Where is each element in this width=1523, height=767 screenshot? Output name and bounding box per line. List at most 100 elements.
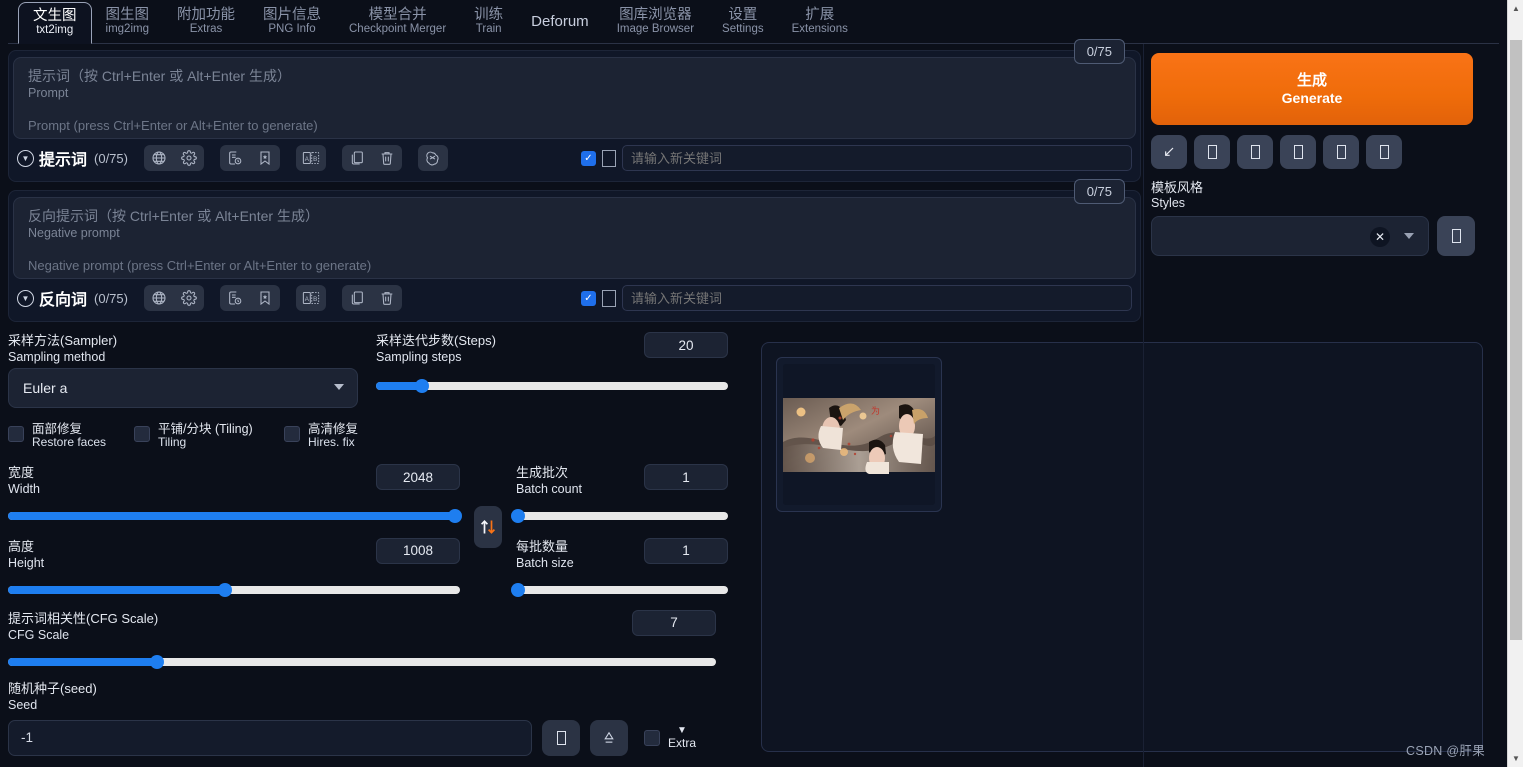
chevron-down-icon[interactable] [1404,232,1414,239]
tab-deforum[interactable]: Deforum [517,1,603,43]
height-slider[interactable] [8,582,460,597]
sampler-label: 采样方法(Sampler) Sampling method [8,332,364,364]
history-document-icon[interactable] [220,145,250,171]
batch-size-slider[interactable] [511,582,728,597]
clear-prompt-button[interactable] [1194,135,1230,169]
restore-faces-toggle[interactable]: 面部修复 Restore faces [8,422,134,450]
seed-random-button[interactable] [542,719,580,756]
browser-scrollbar[interactable]: ▲ ▼ [1507,0,1523,767]
show-extra-networks-button[interactable] [1237,135,1273,169]
sampler-dropdown[interactable]: Euler a [8,367,358,408]
chevron-down-icon[interactable]: ▼ [17,289,34,307]
tofu-icon [1293,145,1303,159]
trash-icon[interactable] [372,285,402,311]
width-slider-knob[interactable] [448,508,463,523]
styles-dropdown[interactable]: ✕ [1151,215,1429,256]
extra-tool-button[interactable] [1366,135,1402,169]
openai-spiral-icon[interactable] [418,145,448,171]
negative-icon-group-2 [219,285,280,311]
history-document-icon[interactable] [220,285,250,311]
width-slider[interactable] [8,508,463,523]
seed-recycle-button[interactable] [590,719,628,756]
tab-img2img[interactable]: 图生图 img2img [92,1,164,43]
swap-dimensions-button[interactable] [474,505,502,548]
sampler-dropdown-wrap: Euler a [8,367,358,408]
hires-fix-label-cn: 高清修复 [308,421,359,436]
seed-extra-checkbox[interactable] [644,729,660,746]
seed-extra-toggle[interactable]: ▼ Extra [644,726,696,749]
negative-prompt-section-header[interactable]: ▼ 反向词 (0/75) [17,286,128,310]
prompt-keyword-row: ✓ [581,145,1132,171]
scrollbar-thumb[interactable] [1510,40,1522,640]
prompt-icon-group-2 [219,145,280,171]
svg-text:B: B [313,296,317,303]
tab-extras[interactable]: 附加功能 Extras [163,1,249,43]
interrupt-arrow-button[interactable] [1151,135,1187,169]
tiling-checkbox[interactable] [134,425,150,442]
batch-count-slider[interactable] [511,508,728,523]
batch-count-slider-knob[interactable] [511,508,526,523]
bookmark-star-icon[interactable] [250,285,280,311]
prompt-section-header[interactable]: ▼ 提示词 (0/75) [17,146,128,170]
keyword-enable-checkbox[interactable]: ✓ [581,290,596,306]
steps-slider[interactable] [376,378,728,393]
chevron-down-icon[interactable]: ▼ [17,149,34,167]
height-value-input[interactable]: 1008 [376,537,460,564]
scroll-down-arrow-icon[interactable]: ▼ [1508,750,1523,767]
copy-icon[interactable] [342,285,372,311]
batch-size-slider-knob[interactable] [511,582,526,597]
negative-prompt-token-counter: 0/75 [1073,179,1125,204]
tab-train[interactable]: 训练 Train [460,1,517,43]
height-slider-knob[interactable] [217,582,232,597]
steps-value-input[interactable]: 20 [644,332,728,358]
translate-ab-icon[interactable]: A B [296,285,326,311]
tiling-toggle[interactable]: 平铺/分块 (Tiling) Tiling [134,422,284,450]
tab-png-info[interactable]: 图片信息 PNG Info [249,1,335,43]
cfg-scale-slider[interactable] [8,654,716,669]
styles-refresh-button[interactable] [1437,215,1475,256]
width-value-input[interactable]: 2048 [376,464,460,491]
cfg-scale-value-input[interactable]: 7 [632,609,716,636]
globe-icon[interactable] [144,145,174,171]
gear-icon[interactable] [174,285,204,311]
keyword-input[interactable] [622,145,1132,171]
tab-image-browser[interactable]: 图库浏览器 Image Browser [603,1,708,43]
batch-count-value-input[interactable]: 1 [644,464,728,491]
restore-faces-checkbox[interactable] [8,425,24,442]
restore-faces-label-cn: 面部修复 [32,421,83,436]
steps-slider-knob[interactable] [414,378,429,393]
hires-fix-toggle[interactable]: 高清修复 Hires. fix [284,422,434,450]
tab-settings[interactable]: 设置 Settings [708,1,778,43]
hires-fix-checkbox[interactable] [284,425,300,442]
keyword-enable-checkbox[interactable]: ✓ [581,150,596,166]
result-thumbnail[interactable]: 为 [776,357,942,512]
cfg-scale-field: 提示词相关性(CFG Scale) CFG Scale 7 [8,609,716,669]
tab-label-en: Extensions [791,23,848,36]
copy-icon[interactable] [342,145,372,171]
cfg-scale-slider-knob[interactable] [149,654,164,669]
width-slider-fill [8,511,456,520]
tab-extensions[interactable]: 扩展 Extensions [778,1,862,43]
restore-faces-label-en: Restore faces [32,435,107,450]
translate-ab-icon[interactable]: A B [296,145,326,171]
generated-image-preview[interactable]: 为 [783,364,935,505]
keyword-input[interactable] [622,285,1132,311]
negative-prompt-input[interactable]: 反向提示词（按 Ctrl+Enter 或 Alt+Enter 生成） Negat… [13,197,1136,279]
apply-style-button[interactable] [1280,135,1316,169]
trash-icon[interactable] [372,145,402,171]
gear-icon[interactable] [174,145,204,171]
prompt-input[interactable]: 提示词（按 Ctrl+Enter 或 Alt+Enter 生成） Prompt … [13,57,1136,139]
globe-icon[interactable] [144,285,174,311]
batch-size-value-input[interactable]: 1 [644,537,728,564]
clear-styles-icon[interactable]: ✕ [1370,226,1390,247]
tab-txt2img[interactable]: 文生图 txt2img [18,2,92,44]
save-style-button[interactable] [1323,135,1359,169]
scroll-up-arrow-icon[interactable]: ▲ [1508,0,1523,17]
generate-button[interactable]: 生成 Generate [1151,53,1473,125]
steps-label-cn: 采样迭代步数(Steps) [376,333,496,348]
svg-text:为: 为 [871,405,880,417]
bookmark-star-icon[interactable] [250,145,280,171]
toggles-row: 面部修复 Restore faces 平铺/分块 (Tiling) Tiling [8,422,745,450]
seed-input[interactable] [8,719,532,756]
tab-checkpoint-merger[interactable]: 模型合并 Checkpoint Merger [335,1,460,43]
